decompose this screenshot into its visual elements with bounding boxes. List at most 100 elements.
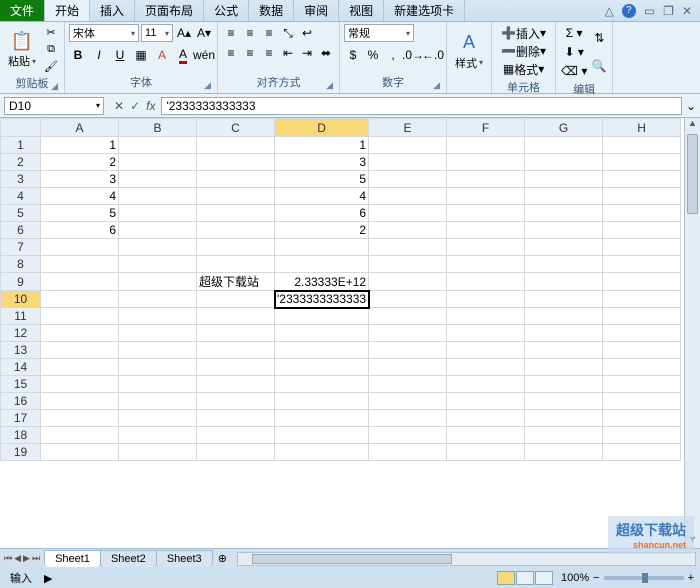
paste-button[interactable]: 📋 粘贴▾	[4, 24, 40, 74]
cell-B8[interactable]	[119, 256, 197, 273]
scroll-down-icon[interactable]: ▼	[685, 534, 700, 548]
cell-E19[interactable]	[369, 444, 447, 461]
cell-F16[interactable]	[447, 393, 525, 410]
cell-F12[interactable]	[447, 325, 525, 342]
cell-H14[interactable]	[603, 359, 681, 376]
row-header-8[interactable]: 8	[1, 256, 41, 273]
increase-indent-button[interactable]: ⇥	[298, 44, 316, 62]
cell-D6[interactable]: 2	[275, 222, 369, 239]
prev-sheet-icon[interactable]: ◀	[14, 553, 21, 564]
phonetic-button[interactable]: wén	[195, 46, 213, 64]
normal-view-button[interactable]	[497, 571, 515, 585]
cell-B18[interactable]	[119, 427, 197, 444]
cell-D18[interactable]	[275, 427, 369, 444]
cell-G16[interactable]	[525, 393, 603, 410]
cell-A2[interactable]: 2	[41, 154, 119, 171]
format-cells-button[interactable]: ▦ 格式 ▾	[496, 60, 551, 78]
cell-E11[interactable]	[369, 308, 447, 325]
cell-B2[interactable]	[119, 154, 197, 171]
select-all-corner[interactable]	[1, 119, 41, 137]
cell-E3[interactable]	[369, 171, 447, 188]
cell-F17[interactable]	[447, 410, 525, 427]
cell-A14[interactable]	[41, 359, 119, 376]
cell-C14[interactable]	[197, 359, 275, 376]
cell-D5[interactable]: 6	[275, 205, 369, 222]
cell-F7[interactable]	[447, 239, 525, 256]
cell-B17[interactable]	[119, 410, 197, 427]
percent-button[interactable]: %	[364, 46, 382, 64]
cell-C8[interactable]	[197, 256, 275, 273]
expand-icon[interactable]: ◢	[326, 80, 333, 91]
cell-F13[interactable]	[447, 342, 525, 359]
delete-cells-button[interactable]: ➖ 删除 ▾	[496, 42, 551, 60]
cell-A13[interactable]	[41, 342, 119, 359]
cell-D11[interactable]	[275, 308, 369, 325]
cell-B7[interactable]	[119, 239, 197, 256]
cell-E13[interactable]	[369, 342, 447, 359]
minimize-ribbon-icon[interactable]: △	[605, 4, 614, 18]
increase-font-button[interactable]: A▴	[175, 24, 193, 42]
minimize-icon[interactable]: ▭	[644, 4, 655, 18]
cell-D10[interactable]: '2333333333333	[275, 291, 369, 308]
cell-B10[interactable]	[119, 291, 197, 308]
cell-F19[interactable]	[447, 444, 525, 461]
cell-H7[interactable]	[603, 239, 681, 256]
row-header-18[interactable]: 18	[1, 427, 41, 444]
cell-H2[interactable]	[603, 154, 681, 171]
align-middle-button[interactable]: ≡	[241, 24, 259, 42]
cell-F8[interactable]	[447, 256, 525, 273]
row-header-13[interactable]: 13	[1, 342, 41, 359]
zoom-slider[interactable]	[604, 576, 684, 580]
column-header-C[interactable]: C	[197, 119, 275, 137]
cell-G6[interactable]	[525, 222, 603, 239]
align-left-button[interactable]: ≡	[222, 44, 240, 62]
autosum-button[interactable]: Σ ▾	[560, 24, 588, 42]
cell-A4[interactable]: 4	[41, 188, 119, 205]
name-box[interactable]: D10▾	[4, 97, 104, 115]
cell-C2[interactable]	[197, 154, 275, 171]
cell-C16[interactable]	[197, 393, 275, 410]
row-header-7[interactable]: 7	[1, 239, 41, 256]
cell-E1[interactable]	[369, 137, 447, 154]
close-icon[interactable]: ✕	[682, 4, 692, 18]
tab-review[interactable]: 审阅	[294, 0, 339, 21]
row-header-11[interactable]: 11	[1, 308, 41, 325]
tab-insert[interactable]: 插入	[90, 0, 135, 21]
cell-C3[interactable]	[197, 171, 275, 188]
column-header-D[interactable]: D	[275, 119, 369, 137]
expand-icon[interactable]: ◢	[433, 80, 440, 91]
tab-formulas[interactable]: 公式	[204, 0, 249, 21]
cell-C5[interactable]	[197, 205, 275, 222]
cell-H1[interactable]	[603, 137, 681, 154]
cell-A9[interactable]	[41, 273, 119, 291]
cell-F15[interactable]	[447, 376, 525, 393]
cell-G18[interactable]	[525, 427, 603, 444]
cell-B15[interactable]	[119, 376, 197, 393]
cell-G2[interactable]	[525, 154, 603, 171]
sheet-tab-sheet1[interactable]: Sheet1	[44, 550, 101, 567]
cell-F6[interactable]	[447, 222, 525, 239]
cell-D19[interactable]	[275, 444, 369, 461]
cell-A7[interactable]	[41, 239, 119, 256]
restore-icon[interactable]: ❐	[663, 4, 674, 18]
cell-E9[interactable]	[369, 273, 447, 291]
cell-E8[interactable]	[369, 256, 447, 273]
cell-D1[interactable]: 1	[275, 137, 369, 154]
row-header-12[interactable]: 12	[1, 325, 41, 342]
cell-G9[interactable]	[525, 273, 603, 291]
cell-F14[interactable]	[447, 359, 525, 376]
tab-file[interactable]: 文件	[0, 0, 45, 21]
format-painter-button[interactable]: 🖌	[42, 58, 60, 74]
cell-D15[interactable]	[275, 376, 369, 393]
expand-icon[interactable]: ◢	[51, 81, 58, 92]
cell-B3[interactable]	[119, 171, 197, 188]
row-header-16[interactable]: 16	[1, 393, 41, 410]
column-header-E[interactable]: E	[369, 119, 447, 137]
cell-A17[interactable]	[41, 410, 119, 427]
cell-F5[interactable]	[447, 205, 525, 222]
cell-G17[interactable]	[525, 410, 603, 427]
new-sheet-button[interactable]: ⊕	[212, 552, 233, 565]
cell-E17[interactable]	[369, 410, 447, 427]
font-name-combo[interactable]: 宋体▾	[69, 24, 139, 42]
zoom-knob[interactable]	[642, 573, 648, 583]
